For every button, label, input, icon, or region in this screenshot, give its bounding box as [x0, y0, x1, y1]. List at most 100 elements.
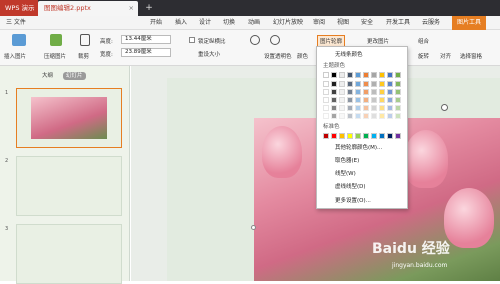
color-swatch[interactable] — [339, 72, 345, 78]
menu-item-devtools[interactable]: 开发工具 — [386, 16, 410, 30]
color-swatch[interactable] — [387, 133, 393, 139]
color-swatch[interactable] — [395, 72, 401, 78]
color-swatch[interactable] — [355, 89, 361, 95]
color-swatch[interactable] — [363, 72, 369, 78]
change-picture-button[interactable]: 更改图片 — [367, 37, 389, 45]
color-swatch[interactable] — [347, 133, 353, 139]
menu-item-picture-tools[interactable]: 图片工具 — [452, 16, 487, 30]
color-swatch[interactable] — [347, 81, 353, 87]
color-swatch[interactable] — [379, 105, 385, 111]
color-swatch[interactable] — [323, 113, 329, 119]
color-swatch[interactable] — [323, 133, 329, 139]
color-swatch[interactable] — [395, 105, 401, 111]
insert-picture-button[interactable]: 插入图片 — [4, 52, 26, 60]
color-swatch[interactable] — [355, 97, 361, 103]
color-swatch[interactable] — [379, 113, 385, 119]
eyedropper-option[interactable]: 取色器(E) — [317, 156, 409, 166]
color-swatch[interactable] — [339, 89, 345, 95]
color-swatch[interactable] — [363, 81, 369, 87]
app-tab[interactable]: WPS 演示 — [0, 0, 38, 16]
tab-slides[interactable]: 幻灯片 — [63, 72, 86, 80]
menu-item-design[interactable]: 设计 — [199, 16, 211, 30]
rotate-button[interactable]: 旋转 — [418, 52, 429, 60]
color-swatch[interactable] — [347, 105, 353, 111]
more-colors-option[interactable]: 其他轮廓颜色(M)... — [317, 143, 409, 153]
color-swatch[interactable] — [347, 97, 353, 103]
standard-color-row[interactable] — [323, 133, 405, 141]
resize-handle[interactable] — [251, 225, 256, 230]
menu-item-view[interactable]: 视图 — [337, 16, 349, 30]
color-swatch[interactable] — [331, 97, 337, 103]
color-swatch[interactable] — [371, 89, 377, 95]
color-swatch[interactable] — [379, 81, 385, 87]
color-swatch[interactable] — [347, 72, 353, 78]
tab-outline[interactable]: 大纲 — [42, 72, 53, 80]
menu-item-review[interactable]: 审阅 — [313, 16, 325, 30]
color-swatch[interactable] — [371, 113, 377, 119]
color-swatch[interactable] — [331, 113, 337, 119]
insert-picture-icon[interactable] — [12, 34, 26, 46]
menu-item-animation[interactable]: 动画 — [248, 16, 260, 30]
close-icon[interactable]: × — [129, 1, 134, 16]
color-swatch[interactable] — [355, 133, 361, 139]
color-swatch[interactable] — [323, 97, 329, 103]
dash-style-option[interactable]: 虚线线型(D) — [317, 182, 409, 192]
menu-item-insert[interactable]: 插入 — [175, 16, 187, 30]
compress-button[interactable]: 压缩图片 — [44, 52, 66, 60]
menu-item-slideshow[interactable]: 幻灯片放映 — [273, 16, 303, 30]
color-swatch[interactable] — [363, 89, 369, 95]
color-swatch[interactable] — [323, 105, 329, 111]
compress-icon[interactable] — [50, 34, 62, 46]
menu-item-transition[interactable]: 切换 — [223, 16, 235, 30]
document-tab[interactable]: 图图编辑2.pptx × — [38, 1, 138, 16]
group-button[interactable]: 组合 — [418, 37, 429, 45]
contrast-icon[interactable] — [270, 35, 280, 45]
color-swatch[interactable] — [323, 72, 329, 78]
color-swatch[interactable] — [379, 97, 385, 103]
color-swatch[interactable] — [363, 105, 369, 111]
reset-size-button[interactable]: 重设大小 — [198, 50, 220, 58]
selection-pane-button[interactable]: 选择窗格 — [460, 52, 482, 60]
color-swatch[interactable] — [363, 97, 369, 103]
lock-ratio-checkbox[interactable] — [189, 37, 195, 43]
color-swatch[interactable] — [371, 81, 377, 87]
color-swatch[interactable] — [347, 89, 353, 95]
slide-thumbnail-3[interactable] — [16, 224, 122, 284]
color-swatch[interactable] — [339, 105, 345, 111]
crop-icon[interactable] — [80, 34, 90, 46]
color-swatch[interactable] — [395, 97, 401, 103]
color-swatch[interactable] — [331, 72, 337, 78]
add-tab-button[interactable]: + — [143, 0, 155, 16]
menu-file[interactable]: 三 文件 — [6, 16, 26, 30]
color-swatch[interactable] — [395, 89, 401, 95]
color-swatch[interactable] — [395, 81, 401, 87]
color-swatch[interactable] — [355, 81, 361, 87]
theme-color-grid[interactable] — [323, 72, 405, 120]
color-swatch[interactable] — [387, 89, 393, 95]
color-swatch[interactable] — [347, 113, 353, 119]
more-settings-option[interactable]: 更多设置(O)... — [317, 196, 409, 206]
color-swatch[interactable] — [355, 72, 361, 78]
color-swatch[interactable] — [379, 72, 385, 78]
width-field[interactable]: 23.89厘米 — [121, 48, 171, 57]
color-swatch[interactable] — [395, 133, 401, 139]
menu-item-home[interactable]: 开始 — [150, 16, 162, 30]
color-swatch[interactable] — [339, 113, 345, 119]
color-swatch[interactable] — [355, 105, 361, 111]
brightness-icon[interactable] — [250, 35, 260, 45]
color-swatch[interactable] — [323, 81, 329, 87]
color-swatch[interactable] — [339, 81, 345, 87]
color-swatch[interactable] — [363, 113, 369, 119]
color-swatch[interactable] — [331, 89, 337, 95]
rotate-handle[interactable] — [441, 104, 448, 111]
color-swatch[interactable] — [387, 97, 393, 103]
color-swatch[interactable] — [379, 89, 385, 95]
color-swatch[interactable] — [387, 72, 393, 78]
color-swatch[interactable] — [331, 105, 337, 111]
color-swatch[interactable] — [395, 113, 401, 119]
crop-button[interactable]: 裁剪 — [78, 52, 89, 60]
no-outline-option[interactable]: 无线条颜色 — [317, 50, 409, 60]
color-swatch[interactable] — [387, 113, 393, 119]
height-field[interactable]: 13.44厘米 — [121, 35, 171, 44]
color-swatch[interactable] — [379, 133, 385, 139]
